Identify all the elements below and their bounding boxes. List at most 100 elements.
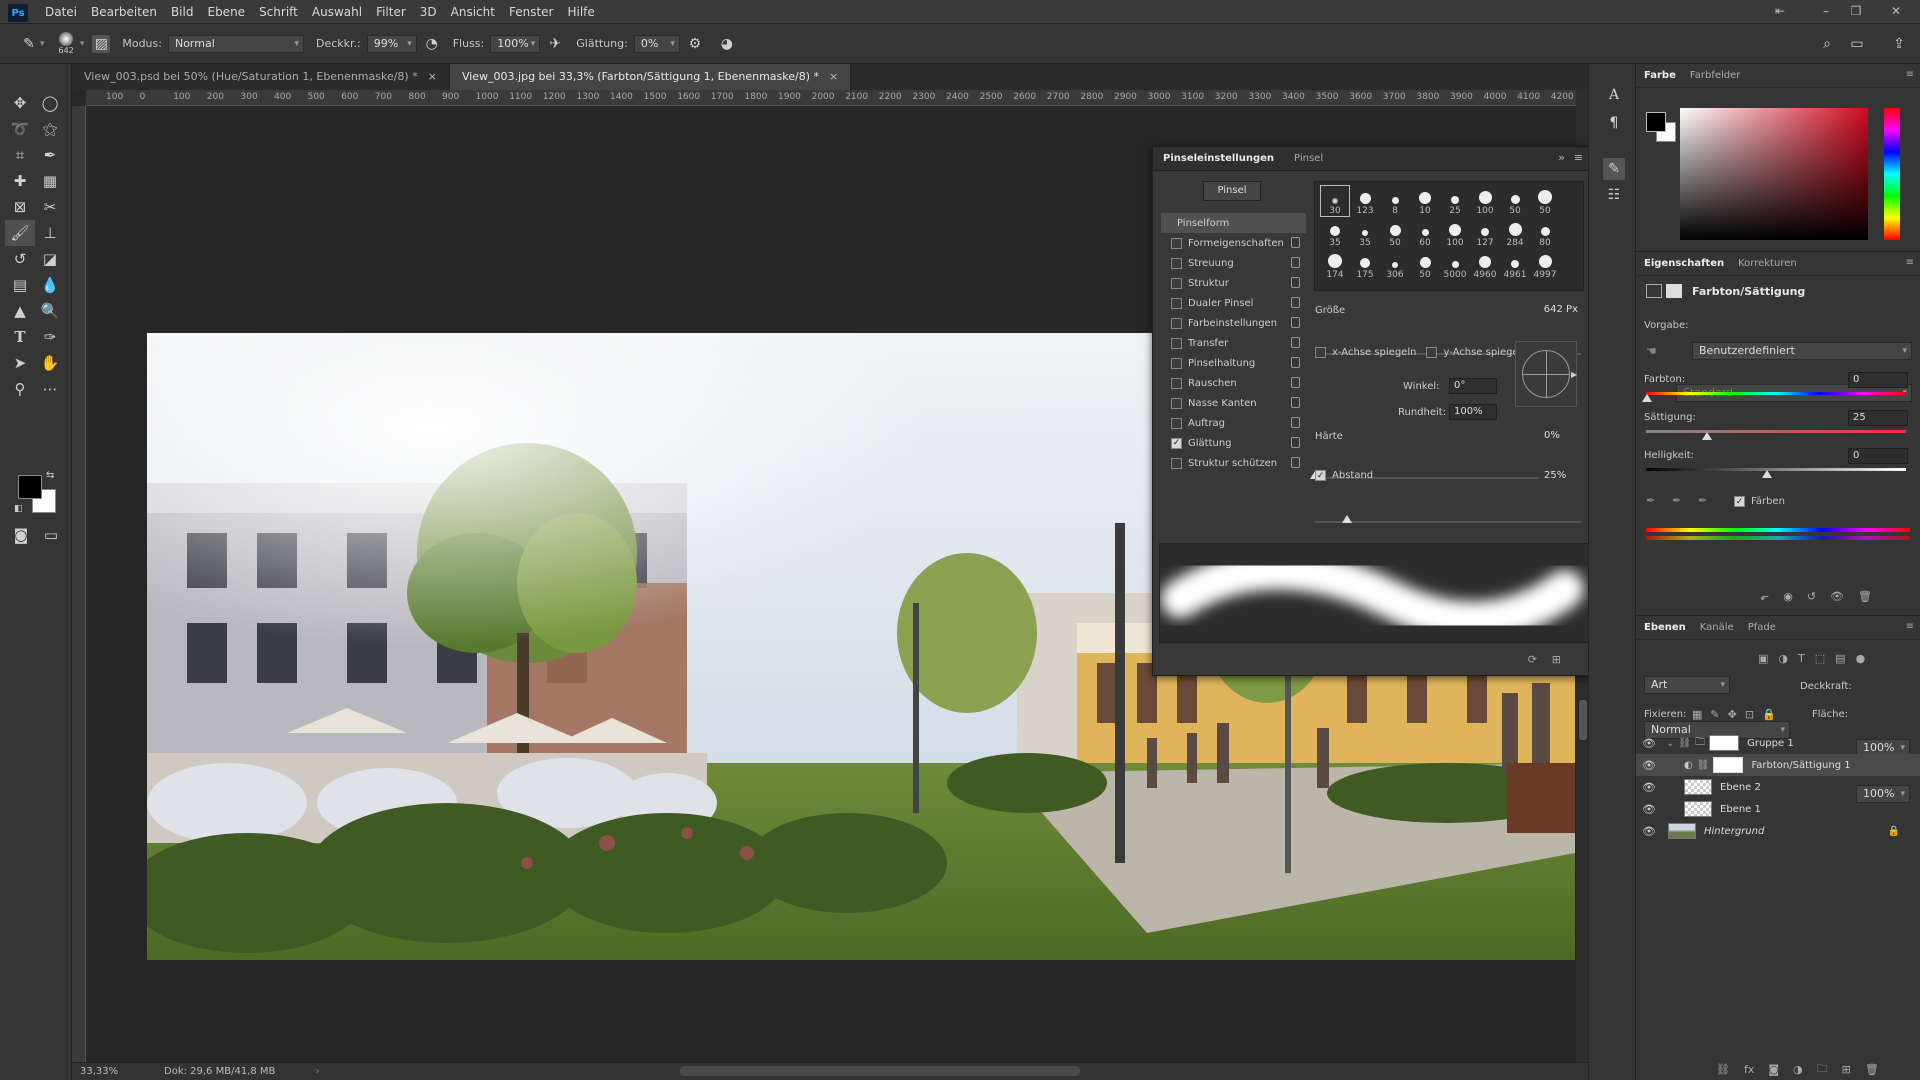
brush-option-checkbox[interactable] xyxy=(1171,397,1182,409)
brush-tip-preset[interactable]: 30 xyxy=(1320,185,1350,217)
scissors-tool-icon[interactable]: ✂ xyxy=(35,194,65,220)
marquee-tool-icon[interactable]: ◯ xyxy=(35,90,65,116)
brush-tip-preset[interactable]: 8 xyxy=(1381,186,1409,216)
brush-tip-preset[interactable]: 4961 xyxy=(1501,250,1529,280)
share-icon[interactable]: ⇪ xyxy=(1888,33,1910,55)
stamp-tool-icon[interactable]: ⊥ xyxy=(35,220,65,246)
brush-option-7[interactable]: Rauschen xyxy=(1161,373,1306,393)
brush-option-checkbox[interactable] xyxy=(1171,257,1182,269)
smoothing-input[interactable]: 0% xyxy=(633,34,680,53)
angle-input[interactable]: 0° xyxy=(1449,378,1497,394)
hue-adjust-slider[interactable] xyxy=(1646,392,1906,395)
gear-icon[interactable]: ⚙ xyxy=(684,33,706,55)
brush-tip-preset[interactable]: 35 xyxy=(1351,218,1379,248)
chain-icon[interactable]: ⛓ xyxy=(1697,760,1710,771)
brush-option-5[interactable]: Transfer xyxy=(1161,333,1306,353)
workspace-icon[interactable]: ▭ xyxy=(1846,33,1868,55)
lock-icon[interactable] xyxy=(1291,397,1300,408)
layer-row-hue-saturation-1[interactable]: 👁 ◐ ⛓ Farbton/Sättigung 1 xyxy=(1636,754,1920,776)
brush-preset-picker[interactable]: 642 xyxy=(59,32,74,55)
tab-layers[interactable]: Ebenen xyxy=(1644,622,1686,633)
brush-tip-preset[interactable]: 4960 xyxy=(1471,250,1499,280)
saturation-input[interactable]: 25 xyxy=(1848,410,1908,426)
roundness-input[interactable]: 100% xyxy=(1449,404,1497,420)
layer-name[interactable]: Gruppe 1 xyxy=(1747,738,1794,749)
swap-colors-icon[interactable]: ⇆ xyxy=(46,470,54,481)
brush-tip-preset[interactable]: 60 xyxy=(1411,218,1439,248)
tab-view003-psd[interactable]: View_003.psd bei 50% (Hue/Saturation 1, … xyxy=(72,64,450,90)
panel-menu-icon[interactable]: ≡ xyxy=(1574,151,1583,164)
brush-option-checkbox[interactable] xyxy=(1171,417,1182,429)
brush-tip-preset[interactable]: 50 xyxy=(1411,250,1439,280)
status-menu-chevron-icon[interactable]: › xyxy=(315,1066,319,1077)
frame-tool-icon[interactable]: ⊠ xyxy=(5,194,35,220)
brush-option-2[interactable]: Struktur xyxy=(1161,273,1306,293)
layer-name[interactable]: Ebene 1 xyxy=(1720,804,1761,815)
hue-input[interactable]: 0 xyxy=(1848,372,1908,388)
new-group-icon[interactable]: 🗀 xyxy=(1817,1060,1828,1079)
type-tool-icon[interactable]: T xyxy=(5,324,35,350)
lock-icon[interactable] xyxy=(1291,357,1300,368)
brush-tip-preset[interactable]: 174 xyxy=(1321,250,1349,280)
brush-option-1[interactable]: Streuung xyxy=(1161,253,1306,273)
hand-target-icon[interactable]: ☚ xyxy=(1646,344,1657,358)
brush-option-checkbox[interactable] xyxy=(1171,317,1182,329)
section-brush-tip-shape[interactable]: Pinselform xyxy=(1161,213,1306,233)
layer-lock-icon[interactable]: 🔒 xyxy=(1888,826,1900,837)
adjustment-layer-icon[interactable] xyxy=(1646,284,1662,298)
collapse-panel-icon[interactable]: » xyxy=(1558,151,1565,164)
new-adjustment-icon[interactable]: ◑ xyxy=(1793,1063,1803,1076)
lock-icon[interactable] xyxy=(1291,337,1300,348)
adjustment-mask-thumbnail[interactable] xyxy=(1713,757,1744,773)
brushes-button[interactable]: Pinsel xyxy=(1203,181,1261,201)
properties-menu-icon[interactable]: ≡ xyxy=(1906,257,1914,268)
brush-option-4[interactable]: Farbeinstellungen xyxy=(1161,313,1306,333)
add-mask-icon[interactable]: ◙ xyxy=(1768,1063,1779,1076)
adjustments-panel-icon[interactable]: ☷ xyxy=(1603,184,1625,206)
lasso-tool-icon[interactable]: ➰ xyxy=(5,116,35,142)
layers-menu-icon[interactable]: ≡ xyxy=(1906,621,1914,632)
brush-tip-preset[interactable]: 4997 xyxy=(1531,250,1559,280)
restore-icon[interactable]: ❐ xyxy=(1838,0,1874,24)
filter-pixel-icon[interactable]: ▣ xyxy=(1758,652,1768,665)
tab-brush-settings[interactable]: Pinseleinstellungen xyxy=(1153,147,1284,171)
reset-icon[interactable]: ↺ xyxy=(1807,590,1816,603)
dodge-tool-icon[interactable]: 🔍 xyxy=(35,298,65,324)
brush-tip-preset[interactable]: 127 xyxy=(1471,218,1499,248)
new-brush-icon[interactable]: ⊞ xyxy=(1552,653,1561,666)
healing-brush-tool-icon[interactable]: ✚ xyxy=(5,168,35,194)
opacity-input[interactable]: 99% xyxy=(366,34,417,53)
menu-schrift[interactable]: Schrift xyxy=(252,0,305,24)
background-thumbnail[interactable] xyxy=(1668,823,1696,839)
layer-row-gruppe-1[interactable]: 👁 ⌄ ⛓ 🗀 Gruppe 1 xyxy=(1636,732,1920,754)
menu-datei[interactable]: Datei xyxy=(38,0,84,24)
brush-option-checkbox[interactable]: ✓ xyxy=(1171,437,1182,449)
brush-tip-preset[interactable]: 50 xyxy=(1501,186,1529,216)
lightness-slider[interactable] xyxy=(1646,468,1906,471)
brush-option-checkbox[interactable] xyxy=(1171,377,1182,389)
layer-filter-select[interactable]: Art xyxy=(1644,676,1730,694)
filter-adjustment-icon[interactable]: ◑ xyxy=(1778,652,1788,665)
layer-thumbnail[interactable] xyxy=(1684,801,1712,817)
lightness-thumb[interactable] xyxy=(1762,470,1772,478)
visibility-eye-icon[interactable]: 👁 xyxy=(1636,759,1662,772)
lock-icon[interactable] xyxy=(1291,237,1300,248)
brush-option-10[interactable]: ✓ Glättung xyxy=(1161,433,1306,453)
color-field[interactable] xyxy=(1680,108,1868,240)
brush-tip-preset[interactable]: 284 xyxy=(1501,218,1529,248)
menu-auswahl[interactable]: Auswahl xyxy=(305,0,369,24)
mode-select[interactable]: Normal xyxy=(167,34,304,53)
brush-settings-panel-icon[interactable]: ✎ xyxy=(1603,158,1625,180)
clip-to-layer-icon[interactable]: ⬐ xyxy=(1760,590,1769,603)
more-tools-icon[interactable]: ⋯ xyxy=(35,376,65,402)
arrange-icon[interactable]: ⇤ xyxy=(1762,0,1798,24)
brush-option-checkbox[interactable] xyxy=(1171,297,1182,309)
magic-wand-tool-icon[interactable]: ⚝ xyxy=(35,116,65,142)
pressure-size-icon[interactable]: ◕ xyxy=(716,33,738,55)
colorize-checkbox[interactable]: ✓ xyxy=(1734,496,1745,507)
brush-option-11[interactable]: Struktur schützen xyxy=(1161,453,1306,473)
angle-roundness-widget[interactable]: ▶ xyxy=(1515,341,1577,407)
lock-icon[interactable] xyxy=(1291,417,1300,428)
chain-icon[interactable]: ⛓ xyxy=(1678,738,1691,749)
flip-x-checkbox[interactable] xyxy=(1315,347,1326,358)
